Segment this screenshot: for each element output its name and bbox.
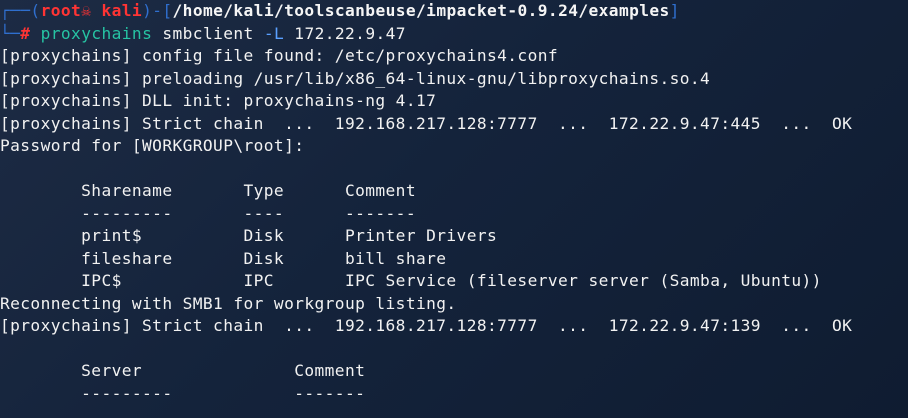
prompt-box-mid: )-[	[142, 1, 173, 20]
terminal-window[interactable]: ┌──(root☠ kali)-[/home/kali/toolscanbeus…	[0, 0, 908, 418]
output-line: [proxychains] Strict chain ... 192.168.2…	[0, 316, 853, 335]
prompt-hash: #	[20, 23, 31, 43]
prompt-box-lower: └─	[0, 23, 21, 43]
command-flag: -L	[263, 23, 285, 43]
command-line: └─# proxychains smbclient -L 172.22.9.47	[0, 23, 406, 46]
prompt-host: kali	[101, 1, 143, 20]
output-line: [proxychains] Strict chain ... 192.168.2…	[0, 113, 853, 133]
share-table-row: fileshare Disk bill share	[0, 248, 447, 268]
prompt-box-open: ┌──(	[0, 1, 41, 20]
output-line: Password for [WORKGROUP\root]:	[0, 136, 305, 155]
server-table-separator: --------- -------	[0, 383, 366, 403]
output-line: Reconnecting with SMB1 for workgroup lis…	[0, 293, 457, 313]
share-table-separator: --------- ---- -------	[0, 203, 416, 223]
command-target: 172.22.9.47	[294, 23, 406, 43]
prompt-user: root	[40, 1, 82, 20]
share-table-row: IPC$ IPC IPC Service (fileserver server …	[0, 271, 822, 290]
output-line: [proxychains] config file found: /etc/pr…	[0, 46, 559, 65]
share-table-row: print$ Disk Printer Drivers	[0, 226, 498, 245]
output-line: [proxychains] DLL init: proxychains-ng 4…	[0, 91, 437, 110]
prompt-header-line: ┌──(root☠ kali)-[/home/kali/toolscanbeus…	[0, 0, 680, 23]
skull-icon: ☠	[81, 1, 92, 20]
command-name: proxychains	[40, 23, 153, 43]
prompt-path: /home/kali/toolscanbeuse/impacket-0.9.24…	[172, 1, 670, 20]
share-table-header: Sharename Type Comment	[0, 181, 416, 200]
output-line: [proxychains] preloading /usr/lib/x86_64…	[0, 68, 711, 88]
prompt-box-close: ]	[669, 1, 680, 20]
command-subcommand: smbclient	[162, 23, 254, 43]
server-table-header: Server Comment	[0, 361, 366, 380]
